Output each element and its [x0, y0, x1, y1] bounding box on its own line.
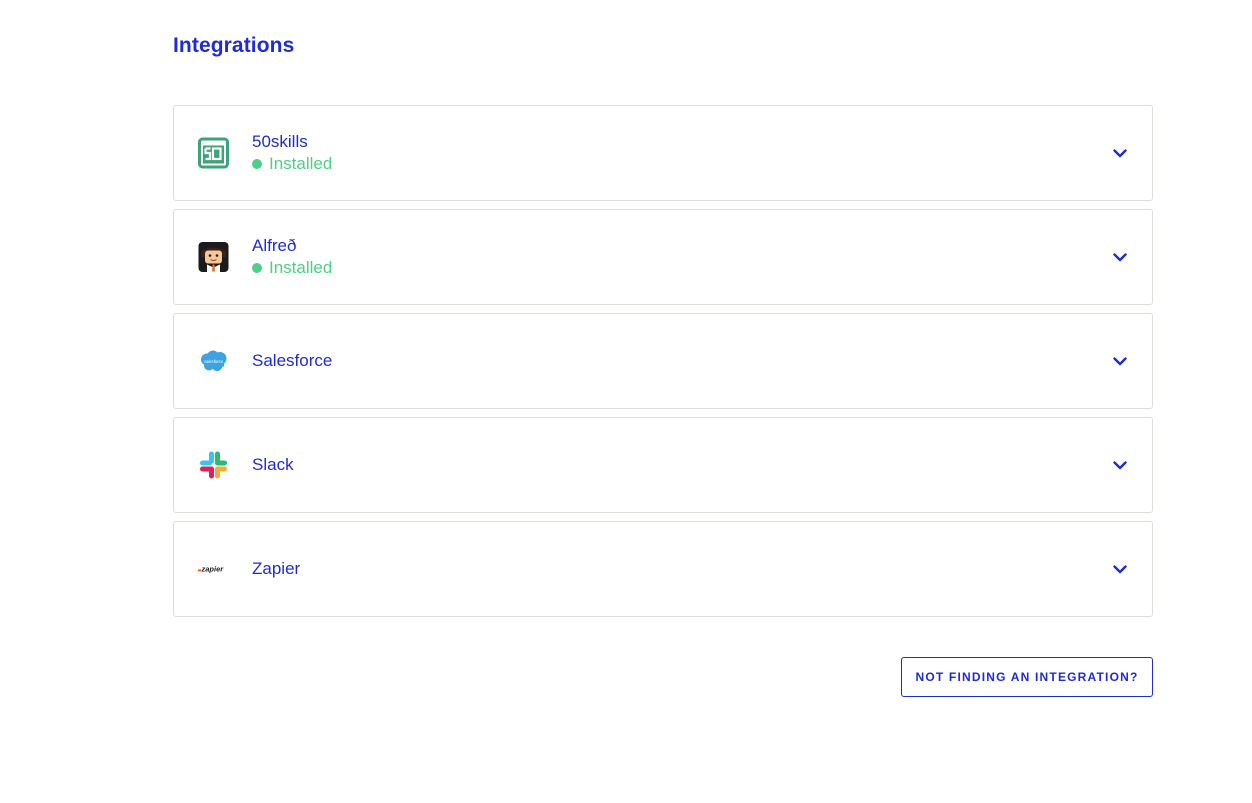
- integration-info: Slack: [252, 454, 294, 476]
- salesforce-logo-icon: salesforce: [198, 346, 229, 377]
- integration-info: Zapier: [252, 558, 300, 580]
- chevron-down-icon[interactable]: [1112, 561, 1128, 577]
- 50skills-logo-icon: [198, 137, 229, 169]
- integration-list: 50skills Installed Alfreð Installed sale…: [173, 105, 1153, 625]
- integration-name: 50skills: [252, 132, 308, 151]
- integrations-page: Integrations 50skills Installed Alfreð I…: [0, 0, 1252, 803]
- chevron-down-icon[interactable]: [1112, 145, 1128, 161]
- integration-name: Zapier: [252, 559, 301, 578]
- status-installed: Installed: [252, 153, 332, 175]
- slack-logo-icon: [198, 450, 229, 481]
- alfred-logo-icon: [198, 242, 229, 273]
- integration-card-slack[interactable]: Slack: [173, 417, 1153, 513]
- integration-card-salesforce[interactable]: salesforce Salesforce: [173, 313, 1153, 409]
- chevron-down-icon[interactable]: [1112, 457, 1128, 473]
- status-dot-icon: [252, 263, 262, 273]
- integration-info: Salesforce: [252, 350, 332, 372]
- zapier-logo-text: zapier: [201, 565, 225, 574]
- integration-info: 50skills Installed: [252, 131, 332, 175]
- integration-card-50skills[interactable]: 50skills Installed: [173, 105, 1153, 201]
- integration-name: Salesforce: [252, 351, 333, 370]
- zapier-logo-icon: zapier: [198, 554, 229, 585]
- status-dot-icon: [252, 159, 262, 169]
- integration-name: Alfreð: [252, 236, 297, 255]
- not-finding-integration-button[interactable]: NOT FINDING AN INTEGRATION?: [901, 657, 1153, 697]
- status-installed: Installed: [252, 257, 332, 279]
- status-label: Installed: [269, 154, 333, 173]
- integration-card-alfred[interactable]: Alfreð Installed: [173, 209, 1153, 305]
- page-title: Integrations: [173, 34, 295, 57]
- status-label: Installed: [269, 258, 333, 277]
- chevron-down-icon[interactable]: [1112, 353, 1128, 369]
- integration-info: Alfreð Installed: [252, 235, 332, 279]
- integration-card-zapier[interactable]: zapier Zapier: [173, 521, 1153, 617]
- integration-name: Slack: [252, 455, 294, 474]
- chevron-down-icon[interactable]: [1112, 249, 1128, 265]
- salesforce-logo-text: salesforce: [204, 359, 224, 364]
